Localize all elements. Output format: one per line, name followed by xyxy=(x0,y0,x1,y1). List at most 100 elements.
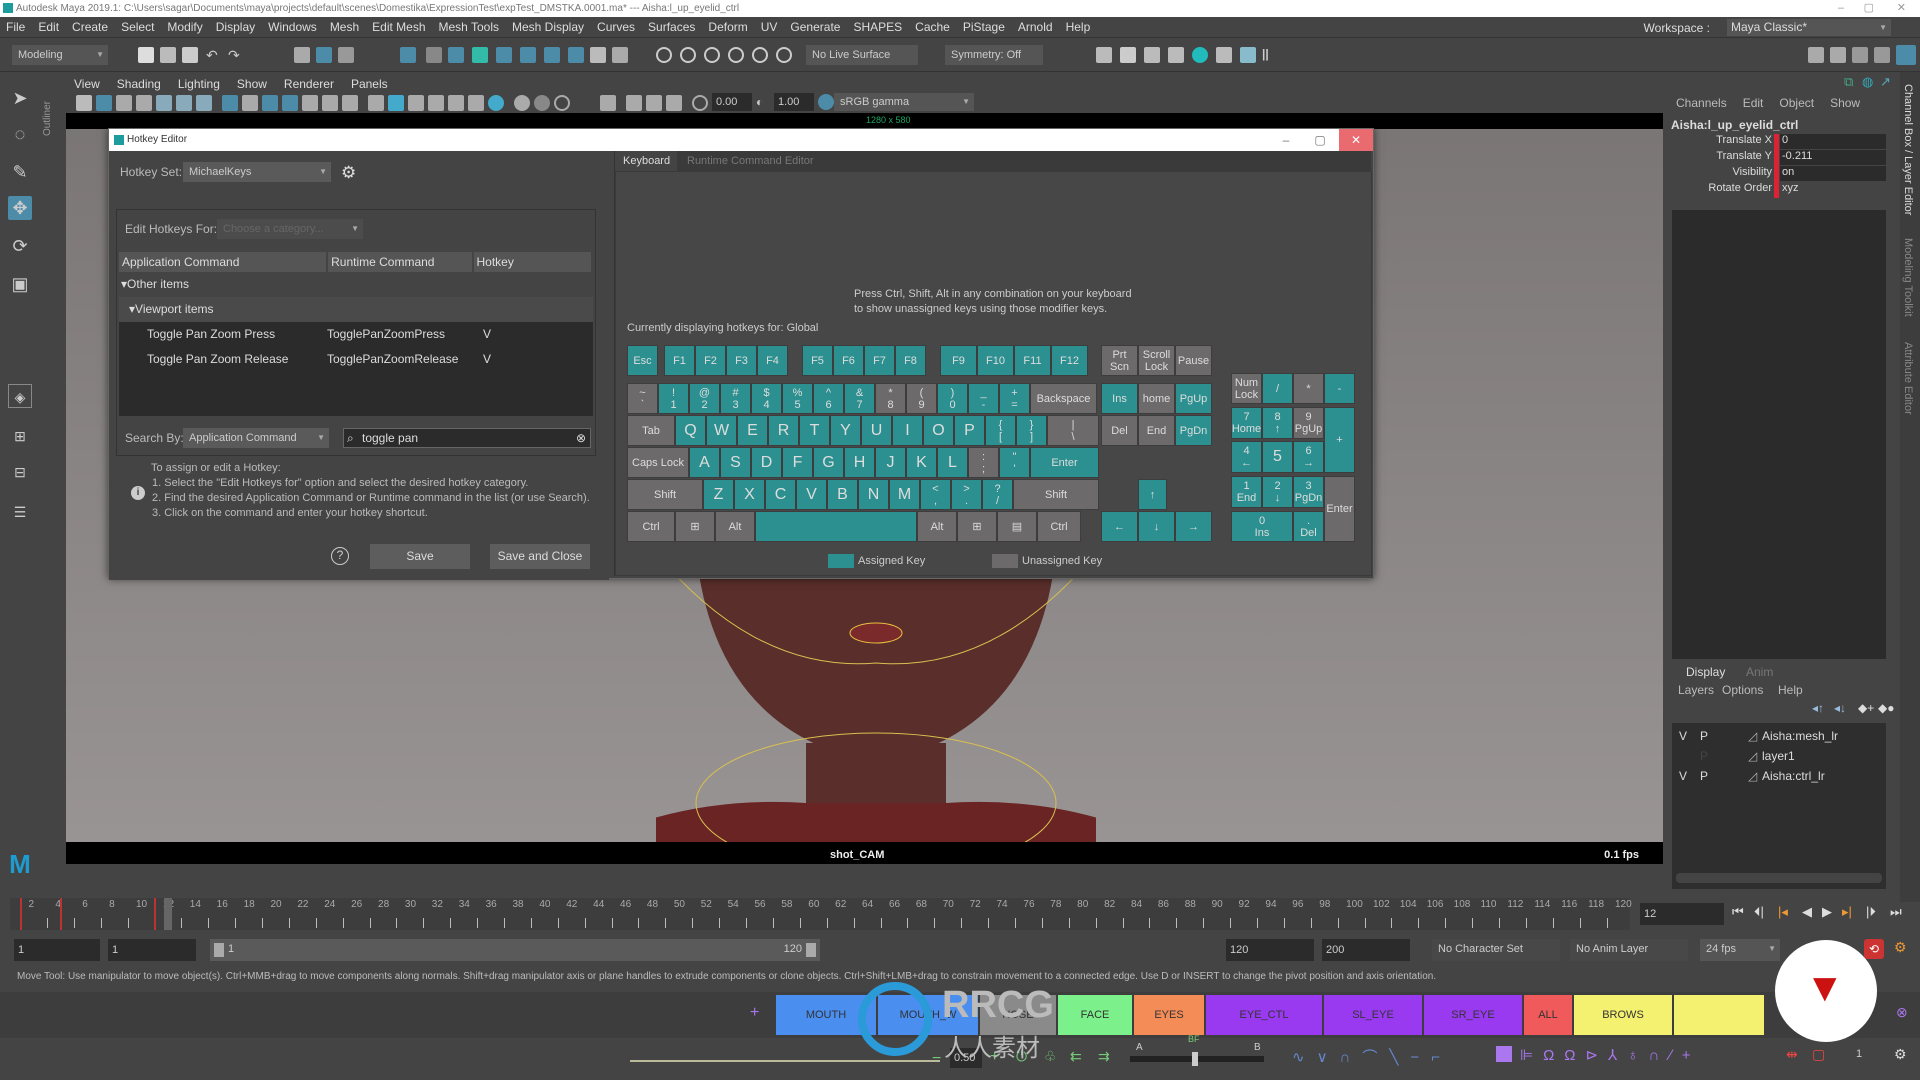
shelf-button[interactable] xyxy=(1674,995,1764,1035)
key[interactable]: + = xyxy=(999,383,1030,414)
menu-help[interactable]: Help xyxy=(1066,20,1091,34)
close-button[interactable]: ✕ xyxy=(1897,0,1906,17)
hotkey-cell[interactable]: V xyxy=(483,347,491,372)
key[interactable]: Caps Lock xyxy=(627,447,689,478)
key[interactable]: ? / xyxy=(982,479,1013,510)
key[interactable]: F xyxy=(782,447,813,478)
xray-icon[interactable] xyxy=(626,95,642,111)
fps-dropdown[interactable]: 24 fps ▼ xyxy=(1700,939,1780,961)
layer-row[interactable]: P ◿ layer1 xyxy=(1672,749,1886,767)
auto-key-icon[interactable]: ⟲ xyxy=(1864,939,1884,959)
safe-title-icon[interactable] xyxy=(342,95,358,111)
move-layer-up-icon[interactable]: ◂↑ xyxy=(1812,701,1824,715)
search-input[interactable]: ⌕ toggle pan ⊗ xyxy=(343,428,591,448)
select-component-icon[interactable] xyxy=(338,47,354,63)
layer-row[interactable]: V P ◿ Aisha:mesh_lr xyxy=(1672,729,1886,747)
default-material-icon[interactable] xyxy=(408,95,424,111)
key[interactable]: 2 ↓ xyxy=(1262,476,1293,508)
key[interactable]: / xyxy=(1262,373,1293,404)
character-controls-icon[interactable] xyxy=(1830,47,1846,63)
menu-uv[interactable]: UV xyxy=(761,20,778,34)
four-view-icon[interactable]: ⊞ xyxy=(8,424,32,448)
attr-translate-x[interactable]: Translate X 0 xyxy=(1668,134,1900,150)
layer-playback-toggle[interactable]: P xyxy=(1700,729,1708,743)
layer-visibility-toggle[interactable]: V xyxy=(1679,769,1687,783)
shelf-button[interactable]: FACE xyxy=(1058,995,1132,1035)
dialog-maximize-button[interactable]: ▢ xyxy=(1303,129,1337,151)
key[interactable]: L xyxy=(937,447,968,478)
shelf-button[interactable]: EYE_CTL xyxy=(1206,995,1322,1035)
key[interactable]: → xyxy=(1175,511,1212,542)
shelf-button[interactable]: BROWS xyxy=(1574,995,1672,1035)
step-back-key-icon[interactable]: |◂ xyxy=(1778,904,1788,920)
category-dropdown[interactable]: Choose a category... ▼ xyxy=(217,219,363,239)
key[interactable]: K xyxy=(906,447,937,478)
open-scene-icon[interactable] xyxy=(160,47,176,63)
tool-settings-toggle-icon[interactable]: ↗ xyxy=(1880,74,1891,90)
key[interactable]: F12 xyxy=(1051,345,1088,376)
key[interactable]: ↓ xyxy=(1138,511,1175,542)
key[interactable]: Shift xyxy=(1013,479,1099,510)
snap-vertex-icon[interactable] xyxy=(520,47,536,63)
group-viewport-items[interactable]: ▾Viewport items xyxy=(119,297,593,322)
field-chart-icon[interactable] xyxy=(302,95,318,111)
snap-grid-icon[interactable] xyxy=(400,47,416,63)
hotkey-set-dropdown[interactable]: MichaelKeys ▼ xyxy=(183,162,331,182)
key[interactable]: G xyxy=(813,447,844,478)
attr-visibility[interactable]: Visibility on xyxy=(1668,166,1900,182)
construction-icon[interactable] xyxy=(728,47,744,63)
render-settings-icon[interactable] xyxy=(1168,47,1184,63)
current-frame-marker[interactable] xyxy=(163,898,172,930)
menu-create[interactable]: Create xyxy=(72,20,108,34)
layer-visibility-toggle[interactable]: V xyxy=(1679,729,1687,743)
menu-generate[interactable]: Generate xyxy=(790,20,840,34)
mirror-icon[interactable]: ⇹ xyxy=(1786,1046,1798,1063)
dialog-minimize-button[interactable]: – xyxy=(1269,129,1303,151)
key[interactable]: P xyxy=(954,415,985,446)
save-button[interactable]: Save xyxy=(370,544,470,569)
key[interactable]: D xyxy=(751,447,782,478)
layer-color-icon[interactable]: ◿ xyxy=(1748,729,1757,743)
make-live-icon[interactable] xyxy=(544,47,560,63)
attribute-editor-toggle-icon[interactable]: ◍ xyxy=(1862,74,1873,90)
save-scene-icon[interactable] xyxy=(182,47,198,63)
smooth-shade-icon[interactable] xyxy=(388,95,404,111)
step-forward-key-icon[interactable]: ▸| xyxy=(1842,904,1852,920)
menu-edit[interactable]: Edit xyxy=(38,20,59,34)
key[interactable]: 8 ↑ xyxy=(1262,407,1293,439)
table-row[interactable]: Toggle Pan Zoom Release TogglePanZoomRel… xyxy=(119,347,593,372)
tab-keyboard[interactable]: Keyboard xyxy=(615,151,677,171)
key[interactable]: Ctrl xyxy=(627,511,675,542)
image-plane-icon[interactable] xyxy=(156,95,172,111)
go-to-start-icon[interactable]: ⏮ xyxy=(1732,904,1744,920)
shelf-close-icon[interactable]: ⊗ xyxy=(1896,1004,1908,1021)
rotate-tool-icon[interactable]: ⟳ xyxy=(8,234,32,258)
key[interactable]: F2 xyxy=(695,345,726,376)
step-forward-frame-icon[interactable]: |⏵ xyxy=(1866,904,1876,920)
key[interactable]: - xyxy=(1324,373,1355,404)
col-hotkey[interactable]: Hotkey xyxy=(473,252,591,272)
shelf-button[interactable]: SR_EYE xyxy=(1424,995,1522,1035)
help-icon[interactable] xyxy=(568,47,584,63)
current-frame-field[interactable]: 12 xyxy=(1640,903,1724,925)
snap-surface-icon[interactable] xyxy=(496,47,512,63)
layer-menu-layers[interactable]: Layers xyxy=(1678,683,1714,697)
dialog-title-bar[interactable]: Hotkey Editor – ▢ ✕ xyxy=(109,129,1373,151)
exposure-field[interactable]: 0.00 xyxy=(712,93,752,111)
magnet-icon[interactable] xyxy=(752,47,768,63)
color-management-toggle[interactable] xyxy=(818,94,834,110)
history-icon[interactable] xyxy=(656,47,672,63)
menu-cache[interactable]: Cache xyxy=(915,20,950,34)
gate-mask-icon[interactable] xyxy=(282,95,298,111)
cb-menu-edit[interactable]: Edit xyxy=(1743,96,1764,110)
ambient-occlusion-icon[interactable] xyxy=(514,95,530,111)
key[interactable]: $4 xyxy=(751,383,782,414)
side-tab-attribute-editor[interactable]: Attribute Editor xyxy=(1902,342,1914,415)
modeling-toolkit-icon[interactable] xyxy=(1808,47,1824,63)
tween-icon[interactable]: ♧ xyxy=(1044,1048,1057,1065)
cb-menu-show[interactable]: Show xyxy=(1830,96,1860,110)
lights-icon[interactable] xyxy=(468,95,484,111)
layer-color-icon[interactable]: ◿ xyxy=(1748,769,1757,783)
grid-icon[interactable] xyxy=(222,95,238,111)
key[interactable]: W xyxy=(706,415,737,446)
